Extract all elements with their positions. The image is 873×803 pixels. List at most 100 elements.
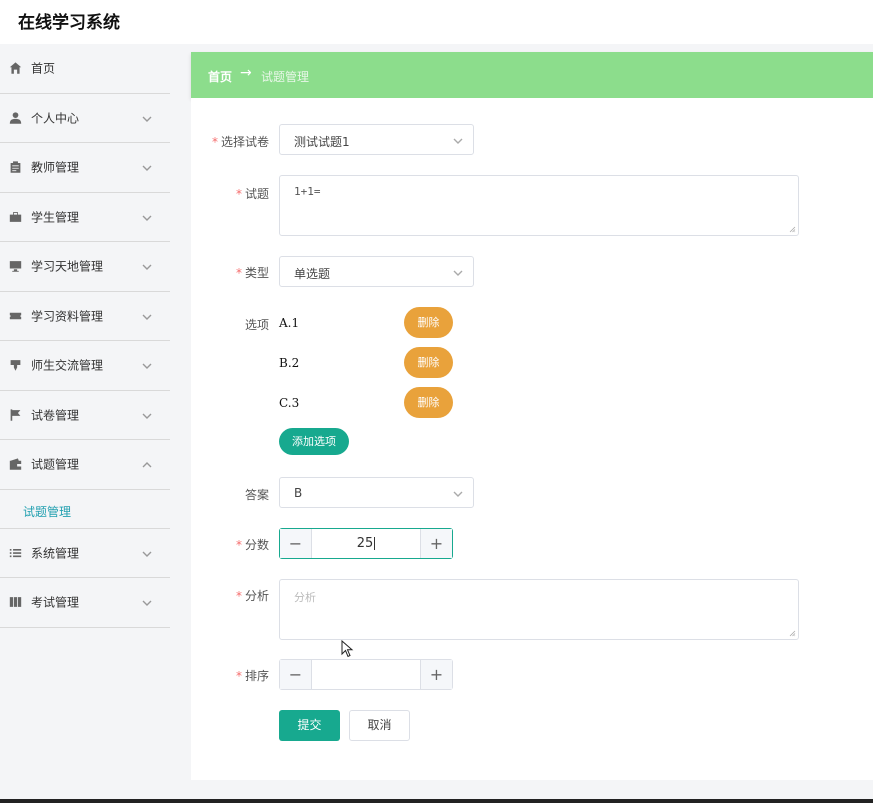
answer-select-value: B: [294, 486, 303, 500]
chevron-down-icon: [453, 135, 463, 145]
sidebar-item-label: 考试管理: [31, 595, 80, 610]
sidebar-item-label: 学习资料管理: [31, 309, 104, 324]
sidebar-item-label: 个人中心: [31, 111, 80, 126]
sidebar-item-exam-management[interactable]: 考试管理: [0, 578, 170, 628]
paper-select-value: 测试试题1: [294, 135, 350, 149]
required-mark: *: [235, 669, 242, 683]
breadcrumb-current: 试题管理: [261, 70, 310, 84]
sidebar-item-label: 学生管理: [31, 210, 80, 225]
delete-option-button[interactable]: 删除: [404, 387, 453, 418]
app-title: 在线学习系统: [18, 13, 120, 33]
sidebar-item-label: 试卷管理: [31, 408, 80, 423]
sidebar-item-label: 试题管理: [31, 457, 80, 472]
type-label: * 类型: [235, 266, 269, 280]
chevron-down-icon: [142, 360, 152, 370]
resize-grip-icon[interactable]: [789, 226, 796, 233]
bottom-border: [0, 799, 873, 803]
text-caret: [374, 537, 376, 550]
sidebar-item-teacher-student-exchange[interactable]: 师生交流管理: [0, 341, 170, 391]
order-input[interactable]: [312, 660, 420, 689]
delete-option-button[interactable]: 删除: [404, 307, 453, 338]
chevron-down-icon: [142, 597, 152, 607]
delete-option-button[interactable]: 删除: [404, 347, 453, 378]
required-mark: *: [235, 589, 242, 603]
question-textarea-value: 1+1=: [294, 185, 321, 198]
paper-label: * 选择试卷: [211, 135, 269, 149]
score-input[interactable]: 25: [312, 529, 420, 558]
sidebar-subitem-question-management[interactable]: 试题管理: [0, 490, 170, 529]
score-label: * 分数: [235, 538, 269, 552]
required-mark: *: [235, 187, 242, 201]
briefcase-icon: [9, 210, 22, 223]
list-icon: [9, 546, 22, 559]
order-increment-button[interactable]: +: [420, 660, 452, 689]
chevron-down-icon: [142, 162, 152, 172]
paper-select[interactable]: 测试试题1: [279, 124, 474, 155]
flag-icon: [9, 408, 22, 421]
analysis-textarea[interactable]: 分析: [279, 579, 799, 640]
option-item: B.2: [279, 356, 300, 370]
sidebar-subitem-label: 试题管理: [23, 504, 72, 519]
chevron-down-icon: [453, 267, 463, 277]
score-stepper[interactable]: − 25 +: [279, 528, 453, 559]
chevron-down-icon: [142, 548, 152, 558]
analysis-placeholder: 分析: [294, 591, 316, 604]
clipboard-icon: [9, 161, 22, 174]
top-bar: 在线学习系统: [0, 0, 873, 44]
add-option-button[interactable]: 添加选项: [279, 428, 349, 455]
sidebar-item-learning-world-management[interactable]: 学习天地管理: [0, 242, 170, 292]
chevron-down-icon: [453, 488, 463, 498]
user-icon: [9, 111, 22, 124]
order-stepper[interactable]: − +: [279, 659, 453, 690]
required-mark: *: [235, 538, 242, 552]
question-label: * 试题: [235, 187, 269, 201]
sidebar-item-label: 教师管理: [31, 160, 80, 175]
wallet-icon: [9, 458, 22, 471]
chevron-down-icon: [142, 311, 152, 321]
sidebar: 首页 个人中心 教师管理 学生管理 学习天地管理 学习资料管理 师生交流管理 试…: [0, 44, 170, 800]
type-select-value: 单选题: [294, 267, 331, 281]
mouse-cursor-icon: [341, 640, 354, 658]
score-decrement-button[interactable]: −: [280, 529, 312, 558]
sidebar-item-learning-materials-management[interactable]: 学习资料管理: [0, 292, 170, 341]
sidebar-item-label: 系统管理: [31, 546, 80, 561]
chevron-down-icon: [142, 410, 152, 420]
chevron-down-icon: [142, 212, 152, 222]
sidebar-item-home[interactable]: 首页: [0, 44, 170, 94]
answer-select[interactable]: B: [279, 477, 474, 508]
sidebar-item-question-management[interactable]: 试题管理: [0, 440, 170, 490]
required-mark: *: [235, 266, 242, 280]
type-select[interactable]: 单选题: [279, 256, 474, 287]
ticket-icon: [9, 309, 22, 322]
question-textarea[interactable]: 1+1=: [279, 175, 799, 236]
chevron-down-icon: [142, 261, 152, 271]
options-label: 选项: [244, 318, 269, 332]
pin-icon: [9, 359, 22, 372]
sidebar-item-paper-management[interactable]: 试卷管理: [0, 391, 170, 440]
sidebar-item-teacher-management[interactable]: 教师管理: [0, 143, 170, 193]
breadcrumb: 首页 → 试题管理: [191, 52, 873, 98]
sidebar-item-label: 师生交流管理: [31, 358, 104, 373]
option-item: C.3: [279, 396, 300, 410]
required-mark: *: [211, 135, 218, 149]
score-increment-button[interactable]: +: [420, 529, 452, 558]
sidebar-item-label: 首页: [31, 61, 56, 76]
monitor-icon: [9, 260, 22, 273]
order-decrement-button[interactable]: −: [280, 660, 312, 689]
chevron-up-icon: [142, 459, 152, 469]
sidebar-item-system-management[interactable]: 系统管理: [0, 529, 170, 578]
sidebar-item-label: 学习天地管理: [31, 259, 104, 274]
analysis-label: * 分析: [235, 589, 269, 603]
sidebar-item-personal-center[interactable]: 个人中心: [0, 94, 170, 143]
cancel-button[interactable]: 取消: [349, 710, 410, 741]
answer-label: 答案: [244, 488, 269, 502]
resize-grip-icon[interactable]: [789, 630, 796, 637]
order-label: * 排序: [235, 669, 269, 683]
breadcrumb-separator: →: [240, 65, 252, 81]
sidebar-item-student-management[interactable]: 学生管理: [0, 193, 170, 242]
book-icon: [9, 596, 22, 609]
breadcrumb-home-link[interactable]: 首页: [208, 68, 232, 85]
home-icon: [9, 62, 22, 75]
submit-button[interactable]: 提交: [279, 710, 340, 741]
chevron-down-icon: [142, 113, 152, 123]
